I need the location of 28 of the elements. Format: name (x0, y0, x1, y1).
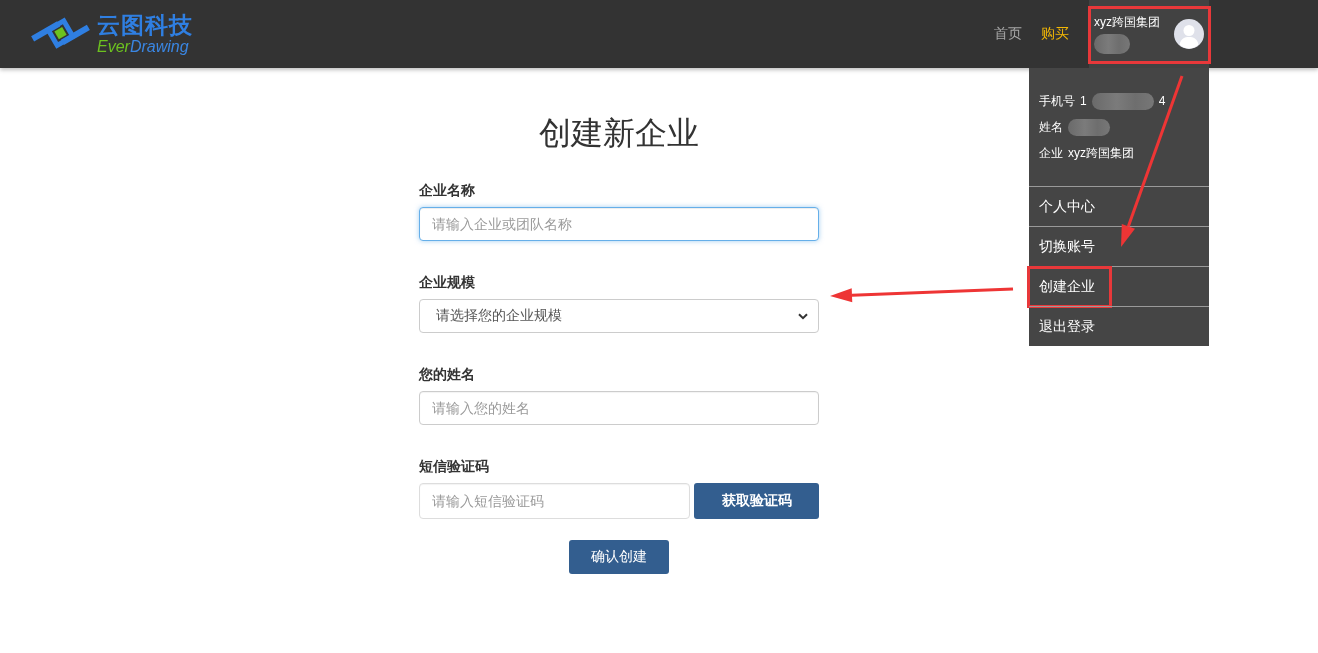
nav-link[interactable]: 购买 (1041, 25, 1069, 43)
text-input[interactable]: 请输入您的姓名 (419, 391, 819, 425)
confirm-create-button[interactable]: 确认创建 (569, 540, 669, 574)
field-label: 您的姓名 (419, 365, 476, 383)
field-label: 企业名称 (419, 181, 476, 199)
menu-item[interactable]: 个人中心 (1029, 186, 1209, 226)
logo-subtitle: EverDrawing (97, 38, 190, 56)
info-label: 手机号 (1039, 92, 1075, 110)
info-value: 4 (1158, 94, 1166, 108)
info-label: 企业 (1039, 144, 1063, 162)
chevron-down-icon (798, 312, 808, 320)
get-code-button[interactable]: 获取验证码 (694, 483, 819, 519)
page-title: 创建新企业 (538, 114, 700, 153)
logo-title: 云图科技 (97, 12, 193, 38)
avatar-icon[interactable] (1174, 19, 1204, 49)
info-label: 姓名 (1039, 118, 1063, 136)
size-select[interactable]: 请选择您的企业规模 (419, 299, 819, 333)
user-menu[interactable]: xyz跨国集团 (1089, 0, 1209, 68)
nav-link[interactable]: 首页 (994, 25, 1022, 43)
menu-item[interactable]: 退出登录 (1029, 306, 1209, 346)
text-input[interactable]: 请输入企业或团队名称 (419, 207, 819, 241)
menu-item[interactable]: 创建企业 (1029, 266, 1209, 306)
info-value: 1 (1080, 94, 1087, 108)
info-value: xyz跨国集团 (1068, 144, 1134, 162)
field-label: 企业规模 (419, 273, 476, 291)
company-name: xyz跨国集团 (1094, 14, 1160, 30)
field-label: 短信验证码 (419, 457, 490, 475)
code-input[interactable]: 请输入短信验证码 (419, 483, 690, 519)
